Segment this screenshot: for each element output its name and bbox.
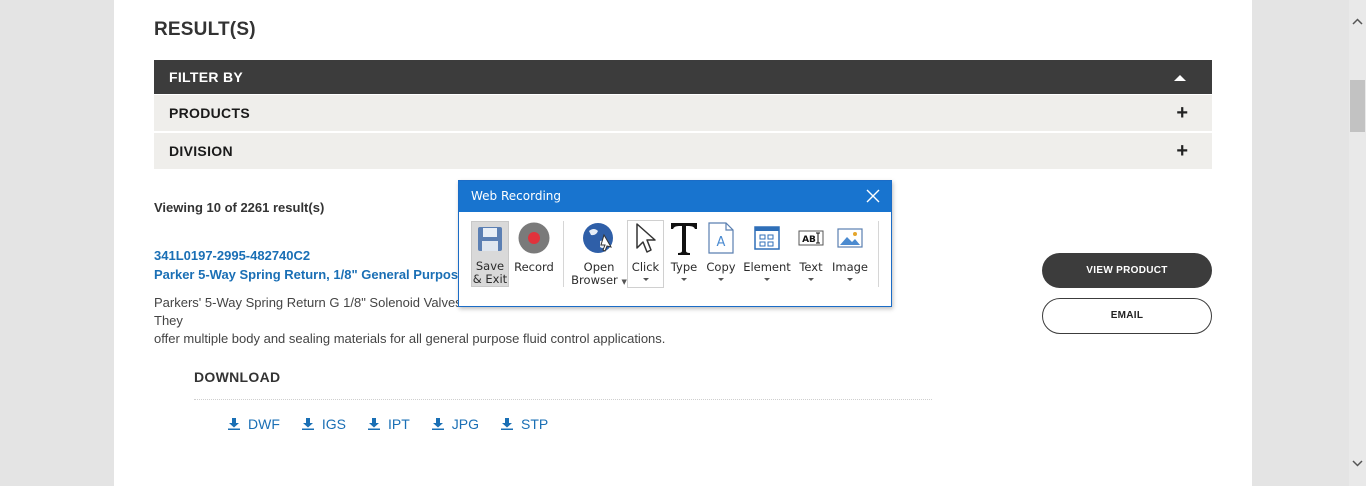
click-tool-button[interactable]: Click [627, 220, 664, 288]
dialog-title: Web Recording [471, 189, 561, 203]
download-icon [368, 418, 381, 430]
filter-by-header[interactable]: FILTER BY [154, 60, 1212, 94]
floppy-disk-icon [472, 222, 508, 256]
download-title: DOWNLOAD [194, 369, 281, 385]
download-links: DWF IGS IPT JPG STP [228, 416, 570, 432]
chevron-down-icon[interactable] [847, 278, 853, 281]
description-line2: offer multiple body and sealing material… [154, 331, 666, 346]
collapse-caret-icon[interactable] [1174, 75, 1186, 81]
expand-plus-icon[interactable]: + [1176, 103, 1188, 123]
chevron-down-icon[interactable] [642, 278, 649, 281]
image-icon [831, 221, 869, 255]
filter-by-label: FILTER BY [169, 69, 243, 85]
toolbar-separator [878, 221, 879, 287]
divider [194, 399, 932, 400]
filter-row-division[interactable]: DIVISION + [154, 133, 1212, 169]
view-product-button[interactable]: VIEW PRODUCT [1042, 253, 1212, 288]
description-mid: They [154, 313, 183, 328]
download-icon [228, 418, 240, 430]
element-grid-icon [743, 221, 791, 255]
text-field-icon: AB [795, 221, 827, 255]
scroll-up-arrow-icon[interactable] [1349, 14, 1366, 30]
download-ipt-link[interactable]: IPT [368, 416, 410, 432]
description-start: Parkers' 5-Way Spring Return G 1/8" Sole… [154, 295, 462, 310]
download-icon [431, 418, 444, 430]
copy-tool-button[interactable]: A Copy [703, 221, 739, 287]
email-button[interactable]: EMAIL [1042, 298, 1212, 334]
results-title: RESULT(S) [154, 19, 256, 40]
vertical-scrollbar[interactable] [1349, 0, 1366, 486]
text-tool-button[interactable]: AB Text [795, 221, 827, 287]
save-exit-button[interactable]: Save & Exit [471, 221, 509, 287]
filter-products-label: PRODUCTS [169, 105, 250, 121]
globe-icon [571, 221, 627, 255]
filter-row-products[interactable]: PRODUCTS + [154, 95, 1212, 131]
type-t-icon [667, 221, 701, 255]
download-icon [301, 418, 314, 430]
cursor-icon [628, 221, 663, 255]
record-icon [513, 221, 555, 255]
scroll-down-arrow-icon[interactable] [1349, 455, 1366, 471]
chevron-down-icon[interactable] [718, 278, 724, 281]
filter-division-label: DIVISION [169, 143, 233, 159]
open-browser-button[interactable]: Open Browser ▼ [571, 221, 627, 287]
chevron-down-icon[interactable] [764, 278, 770, 281]
type-tool-button[interactable]: Type [667, 221, 701, 287]
part-number-link[interactable]: 341L0197-2995-482740C2 [154, 248, 310, 263]
svg-text:AB: AB [802, 235, 816, 245]
chevron-down-icon[interactable] [808, 278, 814, 281]
download-jpg-link[interactable]: JPG [431, 416, 479, 432]
download-dwf-link[interactable]: DWF [228, 416, 280, 432]
chevron-down-icon[interactable] [681, 278, 687, 281]
record-button[interactable]: Record [513, 221, 555, 287]
element-tool-button[interactable]: Element [743, 221, 791, 287]
product-title-link[interactable]: Parker 5-Way Spring Return, 1/8" General… [154, 267, 478, 282]
results-count: Viewing 10 of 2261 result(s) [154, 200, 325, 215]
expand-plus-icon[interactable]: + [1176, 141, 1188, 161]
image-tool-button[interactable]: Image [831, 221, 869, 287]
download-stp-link[interactable]: STP [501, 416, 548, 432]
toolbar-separator [563, 221, 564, 287]
copy-document-icon: A [703, 221, 739, 255]
scroll-thumb[interactable] [1350, 80, 1365, 132]
svg-text:A: A [717, 235, 726, 250]
dialog-titlebar[interactable]: Web Recording [459, 181, 891, 212]
web-recording-dialog: Web Recording Save & Exit Record Open Br… [458, 180, 892, 307]
download-icon [501, 418, 514, 430]
download-igs-link[interactable]: IGS [301, 416, 346, 432]
close-icon[interactable] [865, 187, 881, 205]
